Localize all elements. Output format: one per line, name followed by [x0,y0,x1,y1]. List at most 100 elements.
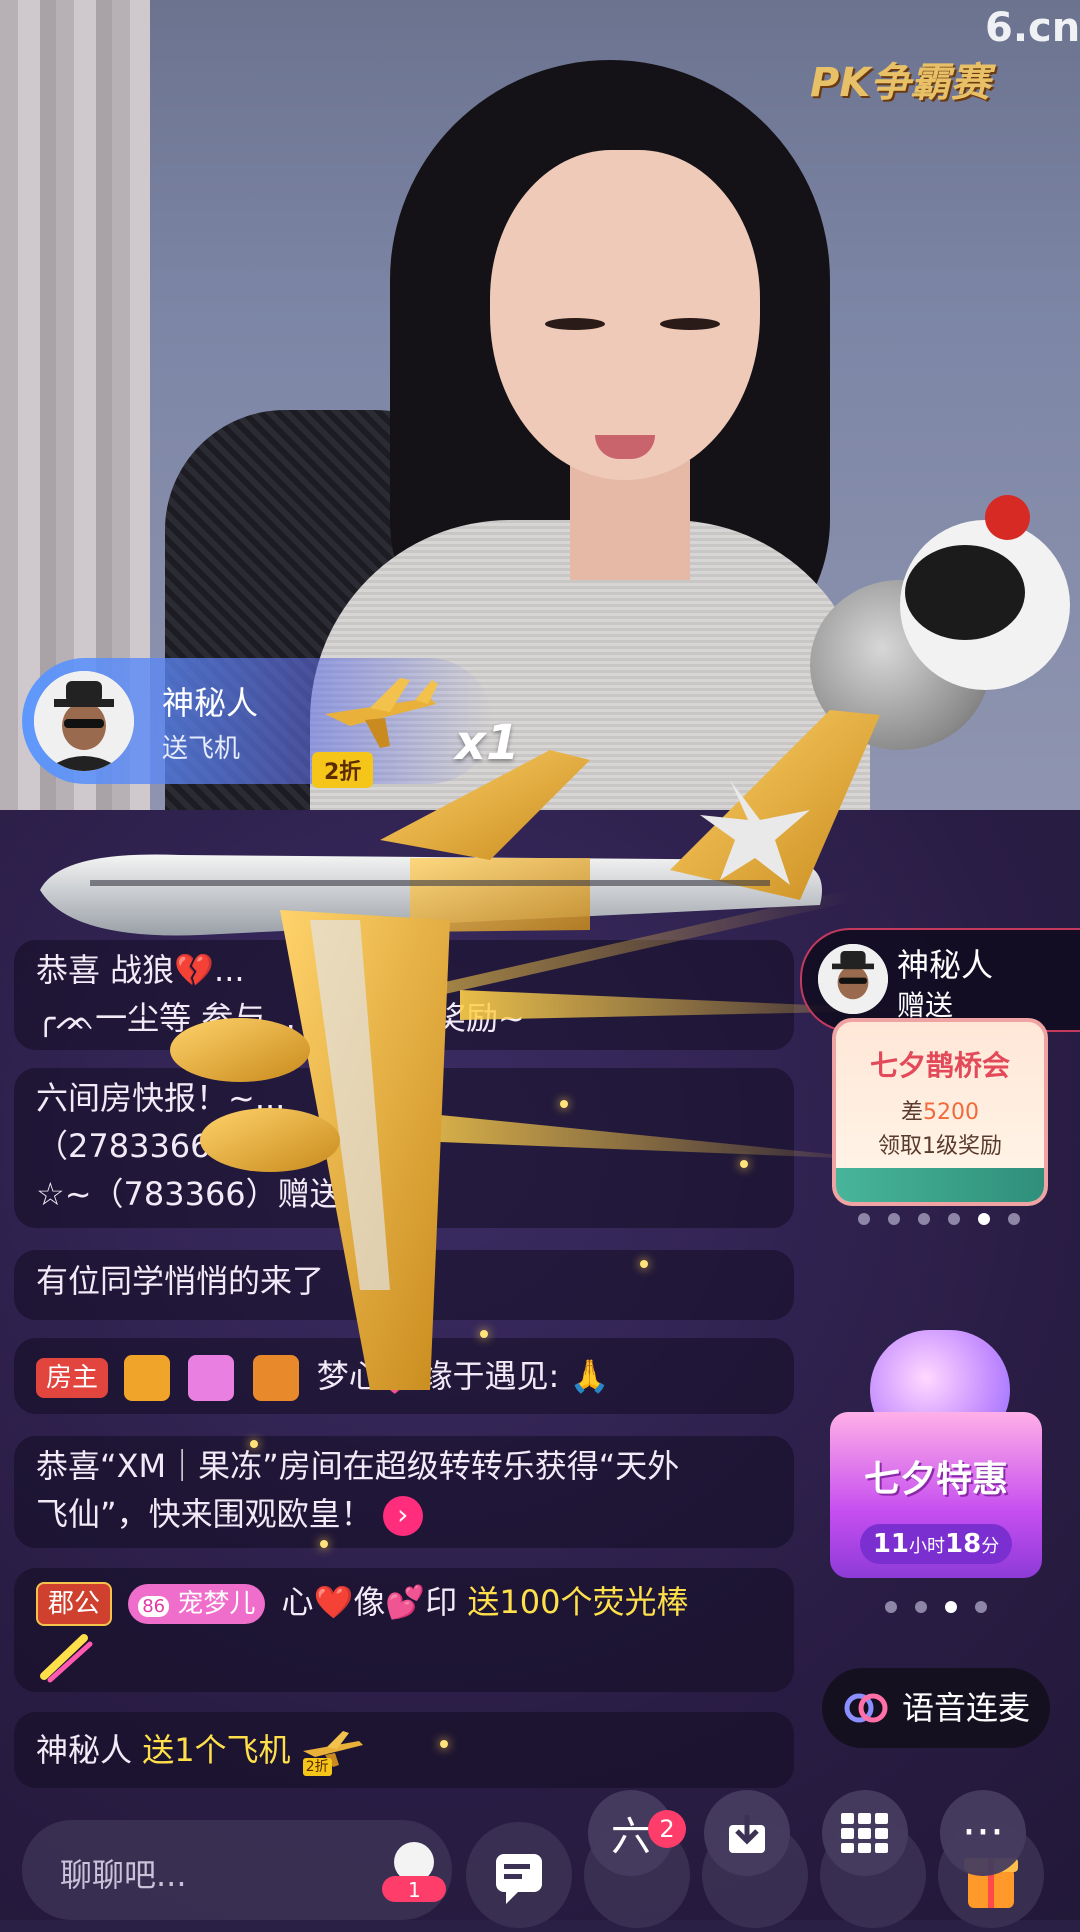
event-gap-value: 5200 [923,1100,979,1125]
medal-icon [124,1355,171,1401]
gift-sender-name: 神秘人 [162,684,259,722]
chat-message[interactable]: 郡公 86 宠梦儿 心❤️像💕印 送100个荧光棒 [14,1568,794,1692]
gift-count: x1 [455,715,520,771]
plush-toy-hat [985,495,1030,540]
chat-message[interactable]: 有位同学悄悄的来了 [14,1250,794,1320]
qixi-promo-banner[interactable]: 七夕特惠 11小时18分 [830,1330,1042,1578]
fan-level-badge: 86 宠梦儿 [128,1584,266,1624]
event-gap: 差5200 [836,1094,1044,1126]
grid-icon [841,1813,888,1853]
qixi-event-card[interactable]: 七夕鹊桥会 差5200 领取1级奖励 [832,1018,1048,1206]
chat-bubble-icon [496,1854,542,1904]
chat-text: 六间房快报！~... [36,1079,286,1117]
chat-text: ╭ᨏ一尘等 参与... 方天画戟奖励~ [36,999,525,1037]
sender-name: 神秘人 [897,946,994,984]
message-button[interactable] [466,1822,572,1928]
plush-toy-face [905,545,1025,640]
airplane-gift-icon [325,678,438,748]
mini-badge: 1 [408,1878,421,1902]
voice-link-button[interactable]: 语音连麦 [822,1668,1050,1748]
chat-text: 飞仙”，快来围观欧皇！ [36,1495,373,1533]
more-dots-icon: ··· [962,1807,1004,1858]
promo-minutes-unit: 分 [981,1536,1000,1557]
sparkle [480,1330,488,1338]
voice-link-label: 语音连麦 [902,1689,1031,1727]
carousel-dot[interactable] [945,1601,957,1613]
notification-badge: 2 [648,1810,686,1848]
chat-text: 有位同学悄悄的来了 [36,1262,325,1300]
carousel-dot[interactable] [915,1601,927,1613]
streamer-eye [545,318,605,330]
chevron-right-icon[interactable]: › [382,1496,423,1536]
event-carousel-dots [858,1213,1020,1225]
discount-badge: 2折 [312,752,374,788]
chat-input[interactable]: 聊聊吧... 1 [22,1820,452,1920]
carousel-dot[interactable] [978,1213,990,1225]
sparkle [640,1260,648,1268]
chat-username[interactable]: 梦心💞缘于遇见: [317,1357,560,1395]
sparkle [250,1440,258,1448]
chat-text: ☆~（783366）赠送... [36,1175,373,1213]
promo-title: 七夕特惠 [863,1459,1008,1500]
fan-club-name: 宠梦儿 [177,1589,256,1619]
chat-message[interactable]: 神秘人 送1个飞机 2折 [14,1712,794,1788]
sparkle [560,1100,568,1108]
event-gap-prefix: 差 [900,1100,923,1125]
chat-text: 恭喜 战狼💔... [36,951,245,989]
download-icon [729,1815,765,1853]
chat-username[interactable]: 神秘人 [36,1731,132,1769]
chat-text: （2783366...谢有你 [36,1127,338,1165]
mystery-avatar-icon [34,671,134,771]
mystery-avatar-icon [818,944,888,1014]
fan-level: 86 [138,1596,170,1617]
mini-profile-button[interactable]: 1 [378,1832,450,1904]
chevron-right-icon[interactable]: › [382,1176,423,1216]
noble-badge: 郡公 [36,1582,113,1626]
carousel-dot[interactable] [888,1213,900,1225]
sparkle [740,1160,748,1168]
chat-input-placeholder: 聊聊吧... [60,1856,187,1894]
gift-sender-notice[interactable]: 神秘人 赠送 [800,928,1080,1032]
streamer-face [490,150,760,480]
event-card-decoration [836,1168,1044,1202]
site-logo: 6.cn [985,5,1080,51]
chat-message[interactable]: 恭喜“XM｜果冻”房间在超级转转乐获得“天外 飞仙”，快来围观欧皇！ › [14,1436,794,1548]
discount-badge: 2折 [302,1758,332,1776]
more-button[interactable]: ··· [940,1790,1026,1876]
glow-stick-icon [40,1634,93,1683]
emoji: 🙏 [569,1357,610,1395]
gift-banner[interactable]: 神秘人 送飞机 2折 [22,658,492,788]
promo-carousel-dots [885,1601,987,1613]
six-icon: 六 [611,1814,651,1860]
chat-username[interactable]: 心❤️像💕印 [282,1583,458,1621]
sparkle [440,1740,448,1748]
carousel-dot[interactable] [1008,1213,1020,1225]
chat-message[interactable]: 恭喜 战狼💔... ╭ᨏ一尘等 参与... 方天画戟奖励~ [14,940,794,1050]
link-icon [844,1693,888,1723]
carousel-dot[interactable] [975,1601,987,1613]
sparkle [320,1540,328,1548]
carousel-dot[interactable] [948,1213,960,1225]
chat-message[interactable]: 房主 梦心💞缘于遇见: 🙏 [14,1338,794,1414]
streamer-eye [660,318,720,330]
more-apps-button[interactable] [822,1790,908,1876]
promo-timer: 11小时18分 [860,1524,1012,1564]
sender-avatar[interactable] [34,671,134,771]
chat-message[interactable]: 六间房快报！~... （2783366...谢有你 ☆~（783366）赠送..… [14,1068,794,1228]
carousel-dot[interactable] [918,1213,930,1225]
live-video[interactable]: 6.cn PK争霸赛 神秘人 送飞机 2折 x1 [0,0,1080,810]
gift-action: 送飞机 [162,734,241,764]
host-badge: 房主 [36,1358,109,1398]
carousel-dot[interactable] [858,1213,870,1225]
carousel-dot[interactable] [885,1601,897,1613]
promo-hours: 11 [872,1529,909,1559]
promo-minutes: 18 [945,1529,982,1559]
download-button[interactable] [704,1790,790,1876]
airplane-gift-icon: 2折 [301,1726,365,1778]
sender-avatar[interactable] [818,944,888,1014]
gift-text: 送1个飞机 [142,1731,291,1769]
pk-logo[interactable]: PK争霸赛 [810,50,990,108]
chat-text: 恭喜“XM｜果冻”房间在超级转转乐获得“天外 [36,1447,680,1485]
promo-hours-unit: 小时 [909,1536,945,1557]
gift-text: 送100个荧光棒 [467,1583,689,1621]
